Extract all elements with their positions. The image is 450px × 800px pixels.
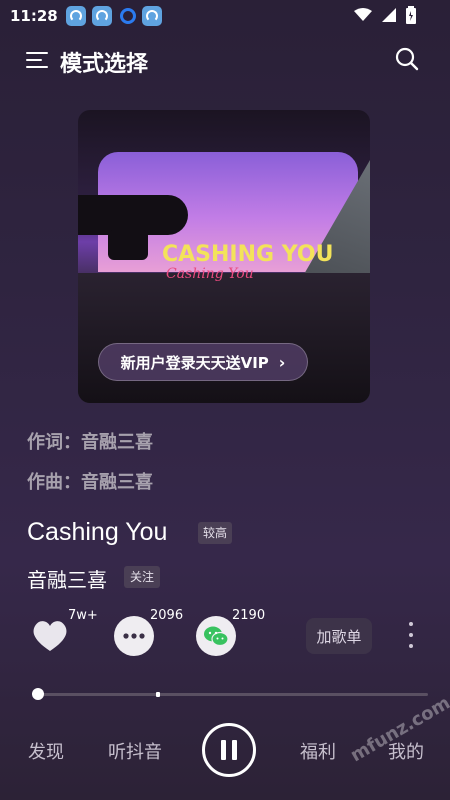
quality-badge[interactable]: 较高 xyxy=(198,522,233,544)
nav-welfare[interactable]: 福利 xyxy=(300,738,336,764)
comment-button[interactable] xyxy=(114,616,154,656)
chevron-right-icon: › xyxy=(278,352,286,372)
search-icon[interactable] xyxy=(394,46,420,72)
share-count: 2190 xyxy=(232,608,266,623)
cover-art-title: CASHING YOU xyxy=(162,242,334,267)
wechat-share-button[interactable] xyxy=(196,616,236,656)
menu-icon[interactable] xyxy=(26,50,48,70)
wechat-icon xyxy=(204,626,229,647)
app-notification-icon xyxy=(141,6,162,26)
status-time: 11:28 xyxy=(10,7,58,25)
cover-mirror-mount xyxy=(108,230,148,260)
page-title: 模式选择 xyxy=(60,52,149,77)
pause-icon-bar xyxy=(232,740,237,760)
heart-icon xyxy=(33,621,67,651)
like-button[interactable] xyxy=(30,616,70,656)
cover-mirror xyxy=(78,195,188,235)
cover-art-subtitle: Cashing You xyxy=(166,266,254,282)
buffer-marker xyxy=(156,692,161,697)
comment-icon xyxy=(123,633,145,639)
comment-count: 2096 xyxy=(150,608,184,623)
artist-name[interactable]: 音融三喜 xyxy=(27,564,107,593)
like-count: 7w+ xyxy=(68,608,98,623)
progress-knob[interactable] xyxy=(31,688,44,700)
pause-icon xyxy=(221,740,226,760)
app-notification-icon xyxy=(91,6,112,26)
lyricist-credit: 作词：音融三喜 xyxy=(27,432,153,453)
composer-credit: 作曲：音融三喜 xyxy=(27,472,153,493)
nav-douyin[interactable]: 听抖音 xyxy=(108,738,162,764)
add-to-playlist-button[interactable]: 加歌单 xyxy=(306,618,372,654)
cover-road xyxy=(78,273,370,403)
album-cover[interactable]: CASHING YOU Cashing You 新用户登录天天送VIP › xyxy=(78,110,370,403)
nav-discover[interactable]: 发现 xyxy=(28,738,64,764)
pause-button[interactable] xyxy=(202,723,256,777)
more-options-icon[interactable] xyxy=(406,620,416,650)
vip-promo-button[interactable]: 新用户登录天天送VIP › xyxy=(98,343,308,381)
app-notification-icon xyxy=(65,6,86,26)
cellular-signal-icon xyxy=(382,8,396,22)
vip-promo-label: 新用户登录天天送VIP xyxy=(120,353,269,372)
progress-track[interactable] xyxy=(34,692,428,697)
status-bar: 11:28 xyxy=(0,0,450,32)
wifi-icon xyxy=(354,8,372,21)
battery-icon xyxy=(406,6,416,24)
sync-notification-icon xyxy=(119,8,136,24)
follow-button[interactable]: 关注 xyxy=(124,566,161,588)
header: 模式选择 xyxy=(0,38,450,84)
status-icons xyxy=(354,6,416,24)
song-title: Cashing You xyxy=(27,518,168,546)
